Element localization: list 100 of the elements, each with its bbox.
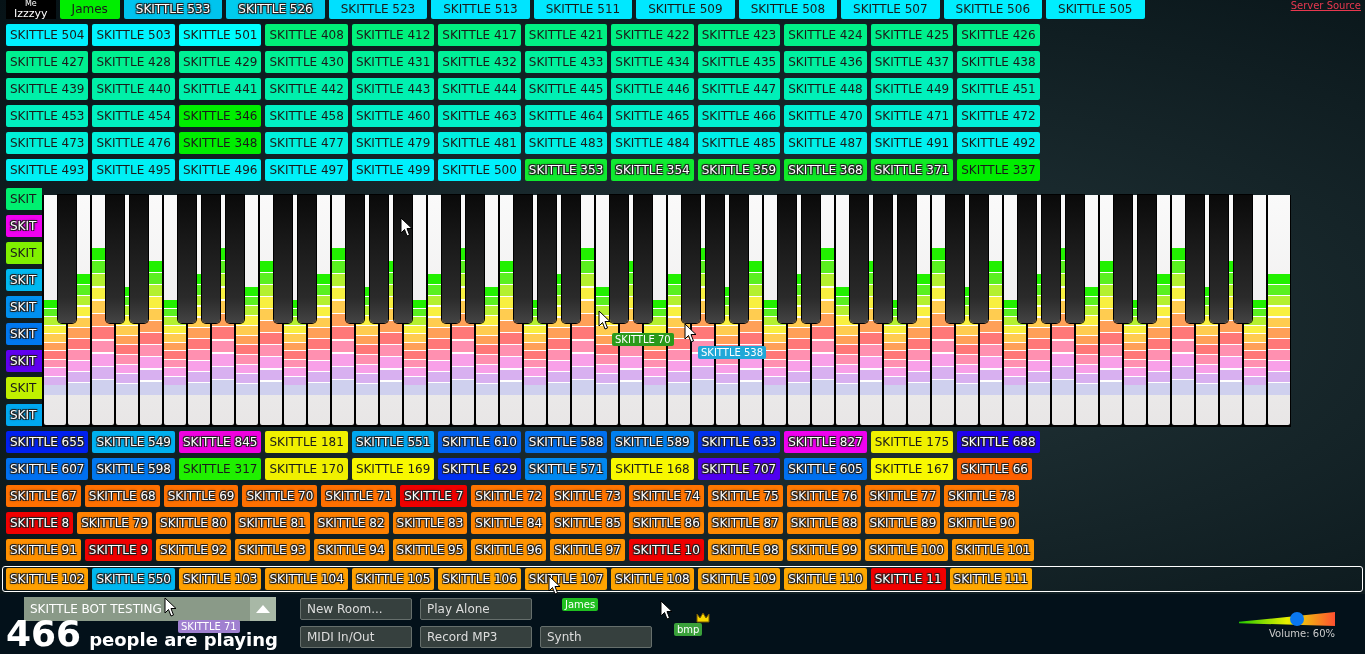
user-tag[interactable]: SKITTLE 483 xyxy=(524,132,608,154)
user-tag[interactable]: SKITTLE 169 xyxy=(351,458,435,480)
user-tag[interactable]: SKITTLE 598 xyxy=(92,458,175,480)
user-tag[interactable]: SKITTLE 501 xyxy=(178,24,262,46)
user-tag[interactable]: SKITTLE 499 xyxy=(351,159,435,181)
user-tag[interactable]: SKITTLE 423 xyxy=(697,24,781,46)
user-tag[interactable]: SKITTLE 500 xyxy=(438,159,521,181)
user-tag[interactable]: SKITTLE 442 xyxy=(265,78,348,100)
user-tag[interactable]: SKITTLE 453 xyxy=(6,105,89,127)
user-tag[interactable]: SKITTLE 10 xyxy=(629,539,704,561)
user-tag[interactable]: SKITTLE 470 xyxy=(784,105,867,127)
user-tag[interactable]: SKITTLE 479 xyxy=(351,132,435,154)
user-tag[interactable]: SKITTLE 445 xyxy=(524,78,608,100)
user-tag[interactable]: SKITTLE 427 xyxy=(6,51,89,73)
user-tag[interactable]: SKITTLE 513 xyxy=(431,0,530,19)
user-tag[interactable]: SKITTLE 473 xyxy=(6,132,89,154)
user-tag[interactable]: SKIT xyxy=(6,242,42,264)
user-tag[interactable]: SKITTLE 571 xyxy=(524,458,608,480)
user-tag[interactable]: SKITTLE 441 xyxy=(178,78,262,100)
user-tag[interactable]: SKITTLE 447 xyxy=(697,78,781,100)
user-tag[interactable]: SKITTLE 346 xyxy=(178,105,262,127)
user-tag[interactable]: SKITTLE 503 xyxy=(92,24,175,46)
user-tag[interactable]: SKITTLE 426 xyxy=(957,24,1040,46)
user-tag[interactable]: SKITTLE 348 xyxy=(178,132,262,154)
user-tag[interactable]: SKITTLE 337 xyxy=(957,159,1040,181)
user-tag[interactable]: SKITTLE 7 xyxy=(400,485,468,507)
user-tag[interactable]: SKITTLE 429 xyxy=(178,51,262,73)
user-tag[interactable]: SKITTLE 588 xyxy=(524,431,608,453)
menu-button[interactable]: MIDI In/Out xyxy=(300,626,412,648)
user-tag[interactable]: SKITTLE 463 xyxy=(438,105,521,127)
server-source-link[interactable]: Server Source xyxy=(1290,0,1361,11)
user-tag[interactable]: SKITTLE 605 xyxy=(784,458,867,480)
user-tag[interactable]: SKITTLE 454 xyxy=(92,105,175,127)
user-tag[interactable]: SKITTLE 443 xyxy=(351,78,435,100)
piano-keyboard-drawing[interactable] xyxy=(42,195,1291,427)
user-tag[interactable]: SKITTLE 448 xyxy=(784,78,867,100)
user-tag[interactable]: SKITTLE 438 xyxy=(957,51,1040,73)
user-tag[interactable]: SKITTLE 504 xyxy=(6,24,89,46)
user-tag[interactable]: SKITTLE 437 xyxy=(870,51,954,73)
menu-button[interactable]: Synth xyxy=(540,626,652,648)
user-tag[interactable]: SKITTLE 465 xyxy=(611,105,694,127)
user-tag[interactable]: SKITTLE 446 xyxy=(611,78,694,100)
user-tag[interactable]: SKITTLE 495 xyxy=(92,159,175,181)
user-tag[interactable]: SKITTLE 607 xyxy=(6,458,89,480)
menu-button[interactable]: Play Alone xyxy=(420,598,532,620)
user-tag[interactable]: SKITTLE 507 xyxy=(841,0,940,19)
user-tag[interactable]: SKITTLE 629 xyxy=(438,458,521,480)
user-tag[interactable]: SKITTLE 487 xyxy=(784,132,867,154)
user-tag[interactable]: SKITTLE 175 xyxy=(870,431,954,453)
user-tag[interactable]: SKITTLE 485 xyxy=(697,132,781,154)
user-tag[interactable]: SKITTLE 317 xyxy=(178,458,262,480)
user-tag[interactable]: SKITTLE 8 xyxy=(6,512,74,534)
user-tag[interactable]: SKITTLE 408 xyxy=(265,24,348,46)
user-tag[interactable]: SKITTLE 432 xyxy=(438,51,521,73)
user-tag[interactable]: SKITTLE 428 xyxy=(92,51,175,73)
user-tag[interactable]: SKITTLE 433 xyxy=(524,51,608,73)
user-tag[interactable]: SKITTLE 688 xyxy=(957,431,1040,453)
user-tag[interactable]: SKITTLE 449 xyxy=(870,78,954,100)
user-tag[interactable]: James xyxy=(59,0,120,19)
user-tag[interactable]: SKITTLE 434 xyxy=(611,51,694,73)
user-tag[interactable]: SKITTLE 181 xyxy=(265,431,348,453)
user-tag[interactable]: SKITTLE 827 xyxy=(784,431,867,453)
user-tag[interactable]: SKITTLE 481 xyxy=(438,132,521,154)
user-tag[interactable]: SKITTLE 9 xyxy=(84,539,153,561)
user-tag[interactable]: SKITTLE 506 xyxy=(943,0,1043,19)
user-tag[interactable]: SKITTLE 412 xyxy=(351,24,435,46)
user-tag[interactable]: SKITTLE 707 xyxy=(697,458,781,480)
user-tag[interactable]: SKITTLE 466 xyxy=(697,105,781,127)
user-tag[interactable]: SKITTLE 845 xyxy=(178,431,262,453)
user-tag[interactable]: SKITTLE 497 xyxy=(265,159,348,181)
user-tag[interactable]: SKITTLE 168 xyxy=(611,458,694,480)
user-tag[interactable]: SKITTLE 440 xyxy=(92,78,175,100)
user-tag[interactable]: SKITTLE 496 xyxy=(178,159,262,181)
user-tag[interactable]: SKIT xyxy=(6,350,42,372)
user-tag[interactable]: SKITTLE 170 xyxy=(265,458,348,480)
user-tag[interactable]: SKITTLE 477 xyxy=(265,132,348,154)
user-tag[interactable]: SKITTLE 444 xyxy=(438,78,521,100)
user-tag[interactable]: SKITTLE 435 xyxy=(697,51,781,73)
user-tag[interactable]: SKITTLE 508 xyxy=(738,0,838,19)
user-tag[interactable]: SKITTLE 505 xyxy=(1046,0,1145,19)
user-tag[interactable]: SKITTLE 417 xyxy=(438,24,521,46)
user-tag[interactable]: SKITTLE 610 xyxy=(438,431,521,453)
user-tag[interactable]: SKITTLE 422 xyxy=(611,24,694,46)
user-tag[interactable]: SKITTLE 476 xyxy=(92,132,175,154)
user-tag[interactable]: SKITTLE 655 xyxy=(6,431,89,453)
user-tag[interactable]: SKITTLE 464 xyxy=(524,105,608,127)
menu-button[interactable]: Record MP3 xyxy=(420,626,532,648)
user-tag[interactable]: SKITTLE 458 xyxy=(265,105,348,127)
own-user-tag[interactable]: Me Izzzyy xyxy=(6,0,56,19)
user-tag[interactable]: SKITTLE 421 xyxy=(524,24,608,46)
user-tag[interactable]: SKITTLE 633 xyxy=(697,431,781,453)
user-tag[interactable]: SKITTLE 471 xyxy=(870,105,954,127)
user-tag[interactable]: SKITTLE 436 xyxy=(784,51,867,73)
user-tag[interactable]: SKIT xyxy=(6,323,42,345)
user-tag[interactable]: SKITTLE 484 xyxy=(611,132,694,154)
user-tag[interactable]: SKITTLE 431 xyxy=(351,51,435,73)
user-tag[interactable]: SKITTLE 424 xyxy=(784,24,867,46)
user-tag[interactable]: SKITTLE 425 xyxy=(870,24,954,46)
user-tag[interactable]: SKITTLE 472 xyxy=(957,105,1040,127)
user-tag[interactable]: SKIT xyxy=(6,188,42,210)
